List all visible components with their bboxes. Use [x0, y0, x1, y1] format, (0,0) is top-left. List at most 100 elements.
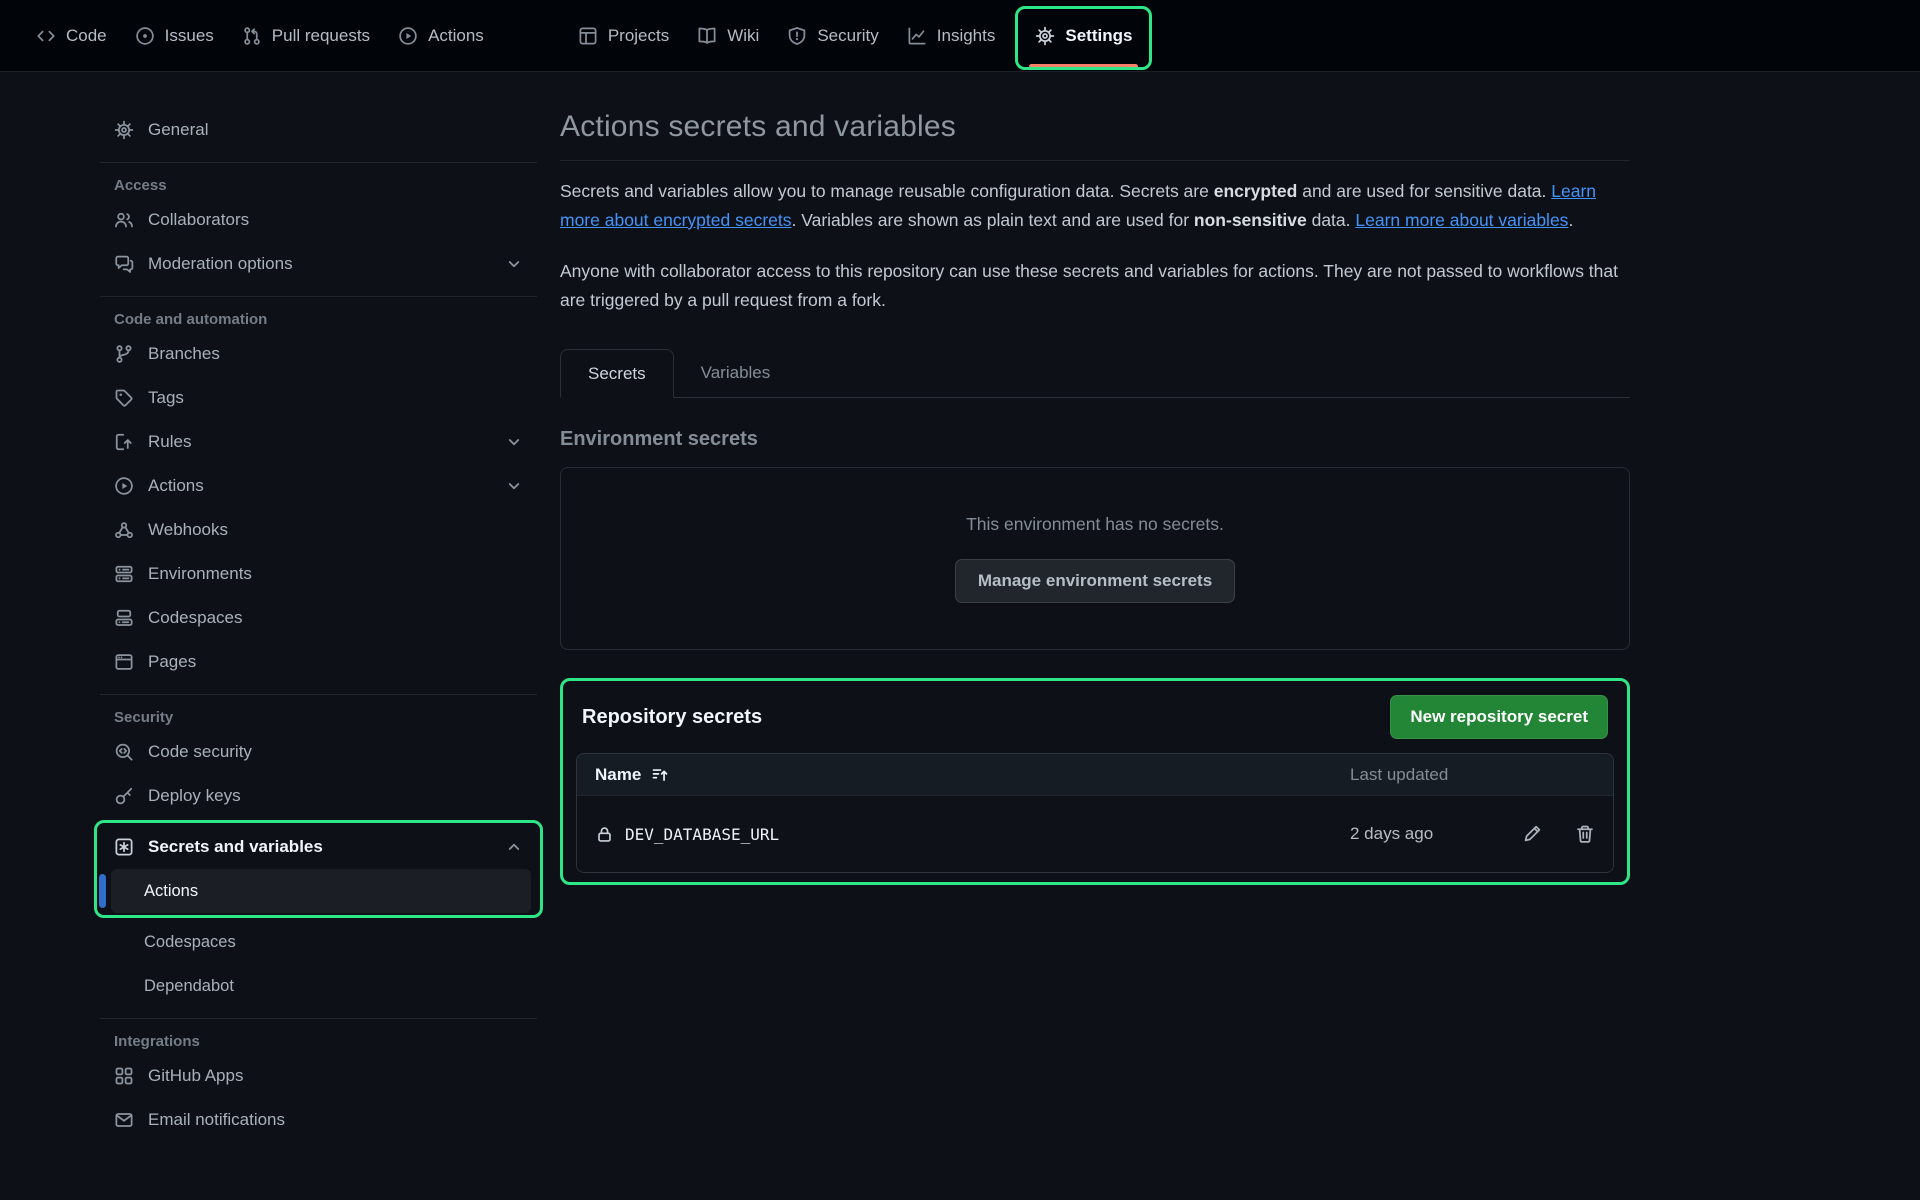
divider — [100, 162, 537, 163]
sidebar-subitem-actions[interactable]: Actions — [111, 869, 531, 913]
nav-tab-pull-requests[interactable]: Pull requests — [228, 0, 384, 71]
nav-tab-label: Pull requests — [272, 26, 370, 46]
sidebar-subitem-label: Actions — [144, 882, 198, 901]
sidebar-item-label: Pages — [148, 652, 196, 672]
gear-icon — [1035, 26, 1055, 46]
sidebar-item-moderation-options[interactable]: Moderation options — [100, 242, 537, 286]
repository-secrets-heading: Repository secrets — [582, 706, 762, 729]
tab-secrets[interactable]: Secrets — [560, 349, 674, 398]
sidebar-item-label: Actions — [148, 476, 204, 496]
intro-text: Secrets and variables allow you to manag… — [560, 181, 1214, 201]
tab-variables[interactable]: Variables — [674, 349, 798, 397]
nav-tab-label: Issues — [165, 26, 214, 46]
active-tab-underline — [1029, 64, 1138, 69]
sidebar-item-label: Environments — [148, 564, 252, 584]
sidebar-item-label: Branches — [148, 344, 220, 364]
divider — [100, 694, 537, 695]
sidebar-item-github-apps[interactable]: GitHub Apps — [100, 1054, 537, 1098]
sidebar-item-environments[interactable]: Environments — [100, 552, 537, 596]
sidebar-item-label: Codespaces — [148, 608, 243, 628]
row-actions: 2 days ago — [1350, 824, 1595, 844]
sidebar-section-integrations: Integrations — [100, 1033, 537, 1050]
nav-tab-insights[interactable]: Insights — [893, 0, 1010, 71]
sidebar-item-label: Email notifications — [148, 1110, 285, 1130]
nav-tab-wiki[interactable]: Wiki — [683, 0, 773, 71]
sidebar-item-pages[interactable]: Pages — [100, 640, 537, 684]
nav-tab-label: Projects — [608, 26, 669, 46]
nav-tab-label: Security — [817, 26, 878, 46]
code-icon — [36, 26, 56, 46]
nav-tab-label: Code — [66, 26, 107, 46]
sidebar-section-access: Access — [100, 177, 537, 194]
sidebar-subitem-label: Codespaces — [144, 933, 236, 952]
codespaces-icon — [114, 608, 134, 628]
git-branch-icon — [114, 344, 134, 364]
sidebar-item-codespaces[interactable]: Codespaces — [100, 596, 537, 640]
sidebar-item-label: Rules — [148, 432, 191, 452]
sidebar-subitem-dependabot[interactable]: Dependabot — [100, 964, 537, 1008]
server-icon — [114, 564, 134, 584]
sidebar-item-general[interactable]: General — [100, 108, 537, 152]
page-title: Actions secrets and variables — [560, 110, 1630, 144]
nav-tab-actions[interactable]: Actions — [384, 0, 498, 71]
intro-text: data. — [1307, 210, 1356, 230]
git-pull-request-icon — [242, 26, 262, 46]
edit-secret-button[interactable] — [1522, 824, 1542, 844]
repository-secrets-header: Repository secrets New repository secret — [576, 695, 1614, 739]
people-icon — [114, 210, 134, 230]
divider — [100, 1018, 537, 1019]
chevron-down-icon — [505, 433, 523, 451]
new-repository-secret-button[interactable]: New repository secret — [1390, 695, 1608, 739]
codescan-icon — [114, 742, 134, 762]
nav-tab-projects[interactable]: Projects — [564, 0, 683, 71]
name-column-label: Name — [595, 765, 641, 785]
link-variables[interactable]: Learn more about variables — [1355, 210, 1568, 230]
nav-tab-code[interactable]: Code — [22, 0, 121, 71]
table-row: DEV_DATABASE_URL 2 days ago — [577, 795, 1613, 872]
webhook-icon — [114, 520, 134, 540]
mail-icon — [114, 1110, 134, 1130]
sidebar-item-actions[interactable]: Actions — [100, 464, 537, 508]
manage-environment-secrets-button[interactable]: Manage environment secrets — [955, 559, 1235, 603]
issue-opened-icon — [135, 26, 155, 46]
sidebar-item-label: Tags — [148, 388, 184, 408]
nav-tab-label: Wiki — [727, 26, 759, 46]
repo-tab-bar: Code Issues Pull requests Actions Projec… — [0, 0, 1920, 72]
sidebar-subitem-codespaces[interactable]: Codespaces — [100, 920, 537, 964]
rules-icon — [114, 432, 134, 452]
sidebar-item-secrets-and-variables[interactable]: Secrets and variables — [100, 825, 537, 869]
main-content: Actions secrets and variables Secrets an… — [560, 72, 1630, 885]
tag-icon — [114, 388, 134, 408]
sidebar-item-branches[interactable]: Branches — [100, 332, 537, 376]
intro-paragraph: Secrets and variables allow you to manag… — [560, 177, 1630, 235]
apps-icon — [114, 1066, 134, 1086]
play-icon — [114, 476, 134, 496]
sidebar-item-collaborators[interactable]: Collaborators — [100, 198, 537, 242]
sidebar-item-webhooks[interactable]: Webhooks — [100, 508, 537, 552]
shield-icon — [787, 26, 807, 46]
divider — [560, 160, 1630, 161]
access-paragraph: Anyone with collaborator access to this … — [560, 257, 1630, 315]
nav-tab-settings[interactable]: Settings — [1015, 0, 1152, 71]
graph-icon — [907, 26, 927, 46]
key-asterisk-icon — [114, 837, 134, 857]
sidebar-subitem-label: Dependabot — [144, 977, 234, 996]
table-icon — [578, 26, 598, 46]
sidebar-item-tags[interactable]: Tags — [100, 376, 537, 420]
lock-icon — [595, 825, 614, 844]
secret-last-updated: 2 days ago — [1350, 824, 1433, 844]
repository-secrets-table: Name Last updated DEV_DATABASE_URL 2 day… — [576, 753, 1614, 873]
intro-text: . — [1568, 210, 1573, 230]
sidebar-item-rules[interactable]: Rules — [100, 420, 537, 464]
nav-tab-security[interactable]: Security — [773, 0, 892, 71]
sidebar-item-label: Secrets and variables — [148, 837, 323, 857]
sidebar-section-security: Security — [100, 709, 537, 726]
sidebar-item-code-security[interactable]: Code security — [100, 730, 537, 774]
play-icon — [398, 26, 418, 46]
sidebar-item-email-notifications[interactable]: Email notifications — [100, 1098, 537, 1142]
name-column-sort[interactable]: Name — [595, 765, 669, 785]
environment-empty-message: This environment has no secrets. — [966, 514, 1224, 535]
nav-tab-issues[interactable]: Issues — [121, 0, 228, 71]
sidebar-item-deploy-keys[interactable]: Deploy keys — [100, 774, 537, 818]
delete-secret-button[interactable] — [1575, 824, 1595, 844]
